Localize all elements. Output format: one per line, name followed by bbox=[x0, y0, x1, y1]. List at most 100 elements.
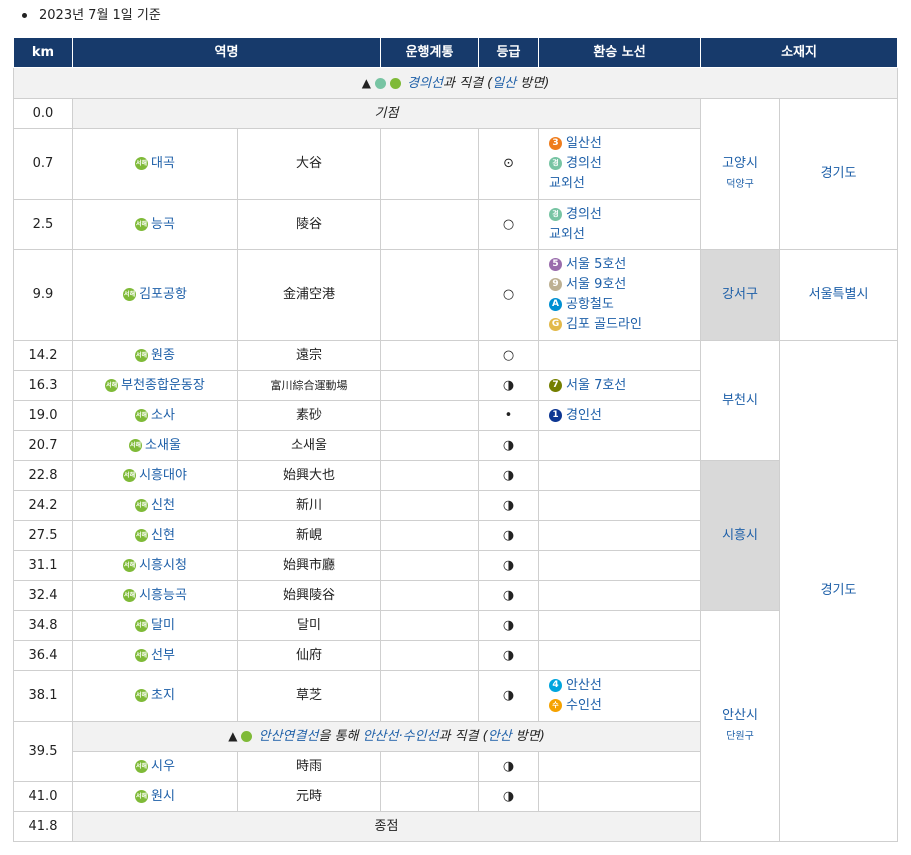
km-value: 27.5 bbox=[13, 520, 73, 551]
gimpo-goldline-icon: G bbox=[549, 318, 563, 331]
transfer-cell bbox=[538, 580, 702, 611]
grade-cell: ◑ bbox=[478, 670, 540, 722]
km-value: 41.8 bbox=[13, 811, 73, 842]
location-city: 강서구 bbox=[700, 249, 781, 341]
station-hanja: 달미 bbox=[236, 610, 382, 641]
service-cell bbox=[380, 430, 480, 461]
station-hanja: 素砂 bbox=[236, 400, 382, 431]
km-value: 2.5 bbox=[13, 199, 73, 250]
grade-cell: ◑ bbox=[478, 490, 540, 521]
station-hanja: 大谷 bbox=[236, 128, 382, 200]
station-name: 서해 신천 bbox=[72, 490, 238, 521]
km-value: 14.2 bbox=[13, 340, 73, 371]
station-hanja: 金浦空港 bbox=[236, 249, 382, 341]
direction-row: ▲ 경의선과 직결 (일산 방면) bbox=[12, 67, 899, 99]
service-cell bbox=[380, 670, 480, 722]
grade-cell: • bbox=[478, 400, 540, 431]
seohae-line-icon bbox=[389, 77, 401, 89]
location-city: 고양시 덕양구 bbox=[700, 98, 781, 250]
header-km: km bbox=[13, 37, 73, 68]
station-name: 서해 시흥능곡 bbox=[72, 580, 238, 611]
location-city: 시흥시 bbox=[700, 460, 781, 611]
km-value: 19.0 bbox=[13, 400, 73, 431]
station-hanja: 始興市廳 bbox=[236, 550, 382, 581]
station-hanja: 소새울 bbox=[236, 430, 382, 461]
direction-row: ▲ 안산연결선을 통해 안산선·수인선과 직결 (안산 방면) bbox=[71, 721, 702, 752]
header-grade: 등급 bbox=[478, 37, 540, 68]
km-value: 0.0 bbox=[13, 98, 73, 129]
station-name: 서해 소새울 bbox=[72, 430, 238, 461]
transfer-cell: 경 경의선 교외선 bbox=[538, 199, 702, 250]
gyeongui-line-icon bbox=[374, 77, 386, 89]
seohae-line-icon: 서해 bbox=[105, 378, 119, 392]
location-city: 부천시 bbox=[700, 340, 781, 461]
service-cell bbox=[380, 128, 480, 200]
grade-cell: ◑ bbox=[478, 550, 540, 581]
station-name: 서해 신현 bbox=[72, 520, 238, 551]
grade-cell: ◑ bbox=[478, 640, 540, 671]
km-value: 16.3 bbox=[13, 370, 73, 401]
station-name: 서해 초지 bbox=[72, 670, 238, 722]
service-cell bbox=[380, 370, 480, 401]
grade-cell: ⊙ bbox=[478, 128, 540, 200]
airport-railroad-icon: A bbox=[549, 298, 563, 311]
station-name: 서해 시흥대야 bbox=[72, 460, 238, 491]
station-hanja: 陵谷 bbox=[236, 199, 382, 250]
line-9-icon: 9 bbox=[549, 278, 563, 291]
station-hanja: 仙府 bbox=[236, 640, 382, 671]
km-value: 41.0 bbox=[13, 781, 73, 812]
grade-cell: ◑ bbox=[478, 781, 540, 812]
service-cell bbox=[380, 550, 480, 581]
grade-cell: ◑ bbox=[478, 520, 540, 551]
table-row: 22.8 서해 시흥대야 始興大也 ◑ 시흥시 bbox=[13, 460, 898, 611]
seohae-line-icon: 서해 bbox=[135, 217, 149, 231]
transfer-cell bbox=[538, 430, 702, 461]
grade-cell: ○ bbox=[478, 340, 540, 371]
seohae-line-icon: 서해 bbox=[123, 468, 137, 482]
station-name: 서해 시흥시청 bbox=[72, 550, 238, 581]
service-cell bbox=[380, 199, 480, 250]
location-province: 서울특별시 bbox=[779, 249, 899, 341]
line-link[interactable]: 경의선 bbox=[407, 76, 443, 91]
service-cell bbox=[380, 400, 480, 431]
grade-cell: ◑ bbox=[478, 430, 540, 461]
service-cell bbox=[380, 580, 480, 611]
km-value: 31.1 bbox=[13, 550, 73, 581]
date-note: 2023년 7월 1일 기준 bbox=[22, 4, 161, 23]
line-7-icon: 7 bbox=[549, 378, 563, 392]
end-label: 종점 bbox=[71, 811, 702, 842]
seohae-line-icon: 서해 bbox=[135, 348, 149, 362]
station-name: 서해 부천종합운동장 bbox=[72, 370, 238, 401]
grade-cell: ◑ bbox=[478, 460, 540, 491]
transfer-cell: 7 서울 7호선 bbox=[538, 370, 702, 401]
transfer-cell bbox=[538, 490, 702, 521]
header-location: 소재지 bbox=[700, 37, 899, 68]
line-5-icon: 5 bbox=[549, 258, 563, 271]
transfer-cell bbox=[538, 340, 702, 371]
transfer-cell: 3 일산선 경 경의선 교외선 bbox=[538, 128, 702, 200]
destination-link[interactable]: 일산 bbox=[492, 76, 516, 91]
seohae-line-icon: 서해 bbox=[129, 438, 143, 452]
station-hanja: 新峴 bbox=[236, 520, 382, 551]
service-cell bbox=[380, 610, 480, 641]
grade-cell: ○ bbox=[478, 199, 540, 250]
km-value: 39.5 bbox=[13, 721, 73, 782]
station-hanja: 時雨 bbox=[236, 751, 382, 782]
km-value: 9.9 bbox=[13, 249, 73, 341]
transfer-cell bbox=[538, 751, 702, 782]
station-name: 서해 김포공항 bbox=[72, 249, 238, 341]
table-row: 34.8 서해 달미 달미 ◑ 안산시 단원구 bbox=[13, 610, 898, 842]
triangle-up-icon: ▲ bbox=[228, 729, 238, 743]
seohae-line-icon: 서해 bbox=[123, 288, 137, 301]
seohae-line-icon: 서해 bbox=[135, 498, 149, 512]
header-transfer: 환승 노선 bbox=[538, 37, 702, 68]
station-hanja: 始興大也 bbox=[236, 460, 382, 491]
km-value: 0.7 bbox=[13, 128, 73, 200]
transfer-cell bbox=[538, 460, 702, 491]
table-row: 0.0 기점 고양시 덕양구 경기도 bbox=[13, 98, 899, 250]
start-label: 기점 bbox=[71, 98, 702, 129]
station-table: km 역명 운행계통 등급 환승 노선 소재지 ▲ 경의선과 직결 (일산 방면… bbox=[12, 37, 899, 842]
transfer-cell bbox=[538, 610, 702, 641]
km-value: 34.8 bbox=[13, 610, 73, 641]
suin-line-icon: 수 bbox=[549, 699, 563, 712]
